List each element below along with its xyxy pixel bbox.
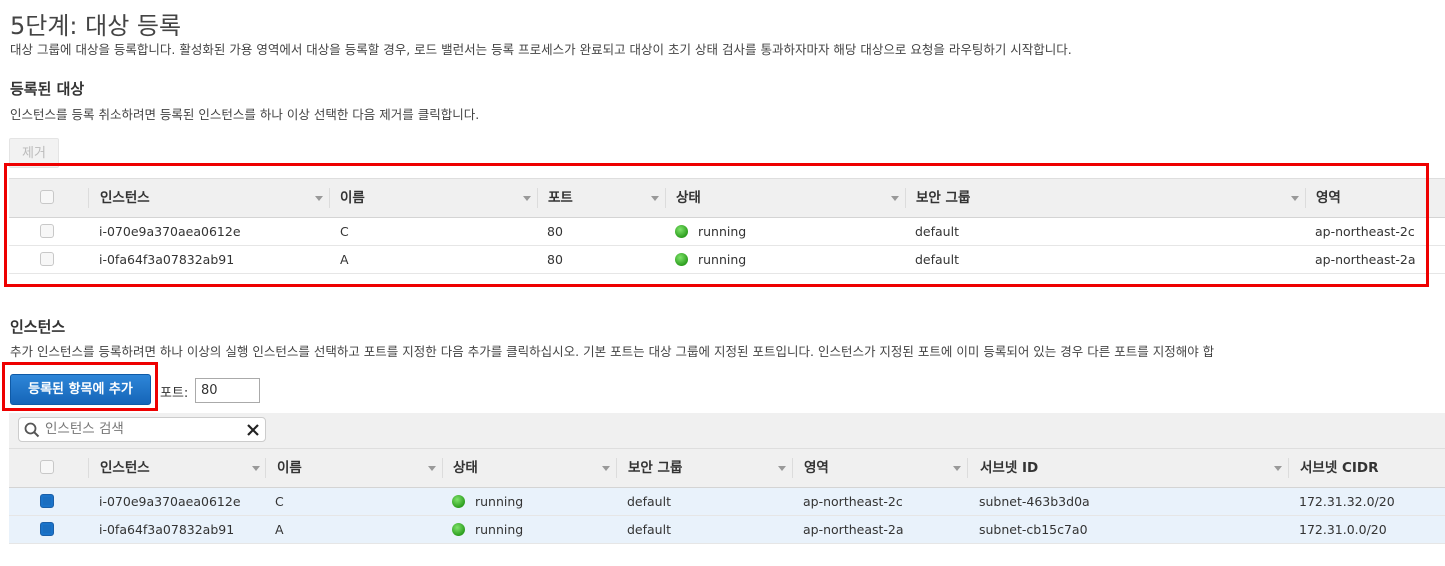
sort-caret-icon[interactable] xyxy=(602,466,610,471)
page-description: 대상 그룹에 대상을 등록합니다. 활성화된 가용 영역에서 대상을 등록할 경… xyxy=(10,42,1072,57)
port-input[interactable] xyxy=(195,378,260,403)
table-row[interactable]: i-070e9a370aea0612e C running default ap… xyxy=(9,488,1445,516)
row-checkbox[interactable] xyxy=(40,522,54,536)
status-text: running xyxy=(475,522,524,537)
search-placeholder: 인스턴스 검색 xyxy=(45,421,124,437)
column-header-status[interactable]: 상태 xyxy=(453,449,603,487)
status-running-icon xyxy=(452,523,465,536)
instance-id: i-0fa64f3a07832ab91 xyxy=(99,522,235,537)
search-icon xyxy=(24,422,40,438)
column-header-subnet-id[interactable]: 서브넷 ID xyxy=(980,449,1280,487)
subnet-cidr: 172.31.32.0/20 xyxy=(1299,494,1395,509)
table-row[interactable]: i-0fa64f3a07832ab91 A running default ap… xyxy=(9,516,1445,544)
highlight-box xyxy=(4,163,1429,287)
availability-zone: ap-northeast-2c xyxy=(803,494,903,509)
instances-table: 인스턴스 이름 상태 보안 그룹 영역 서브넷 ID 서브넷 CIDR i-07… xyxy=(9,448,1445,544)
availability-zone: ap-northeast-2a xyxy=(803,522,904,537)
subnet-cidr: 172.31.0.0/20 xyxy=(1299,522,1387,537)
security-group: default xyxy=(627,494,671,509)
column-header-instance[interactable]: 인스턴스 xyxy=(100,449,260,487)
column-header-name[interactable]: 이름 xyxy=(277,449,427,487)
row-checkbox[interactable] xyxy=(40,494,54,508)
sort-caret-icon[interactable] xyxy=(252,466,260,471)
table-header: 인스턴스 이름 상태 보안 그룹 영역 서브넷 ID 서브넷 CIDR xyxy=(9,448,1445,488)
status-running-icon xyxy=(452,495,465,508)
instance-id: i-070e9a370aea0612e xyxy=(99,494,241,509)
registered-help: 인스턴스를 등록 취소하려면 등록된 인스턴스를 하나 이상 선택한 다음 제거… xyxy=(10,107,480,122)
sort-caret-icon[interactable] xyxy=(953,466,961,471)
sort-caret-icon[interactable] xyxy=(1274,466,1282,471)
sort-caret-icon[interactable] xyxy=(778,466,786,471)
clear-search-icon[interactable] xyxy=(246,423,260,437)
subnet-id: subnet-463b3d0a xyxy=(979,494,1090,509)
column-header-zone[interactable]: 영역 xyxy=(804,449,954,487)
sort-caret-icon[interactable] xyxy=(428,466,436,471)
security-group: default xyxy=(627,522,671,537)
port-label: 포트: xyxy=(160,386,189,401)
subnet-id: subnet-cb15c7a0 xyxy=(979,522,1088,537)
registered-heading: 등록된 대상 xyxy=(10,80,85,98)
page-title: 5단계: 대상 등록 xyxy=(10,12,182,40)
instances-heading: 인스턴스 xyxy=(10,318,66,336)
column-header-subnet-cidr[interactable]: 서브넷 CIDR xyxy=(1300,449,1440,487)
instance-name: C xyxy=(275,494,284,509)
column-header-security-group[interactable]: 보안 그룹 xyxy=(628,449,778,487)
search-input[interactable]: 인스턴스 검색 xyxy=(18,417,266,442)
status-text: running xyxy=(475,494,524,509)
highlight-box xyxy=(2,362,158,411)
select-all-checkbox[interactable] xyxy=(40,460,54,474)
instances-help: 추가 인스턴스를 등록하려면 하나 이상의 실행 인스턴스를 선택하고 포트를 … xyxy=(10,344,1215,359)
instance-name: A xyxy=(275,522,284,537)
